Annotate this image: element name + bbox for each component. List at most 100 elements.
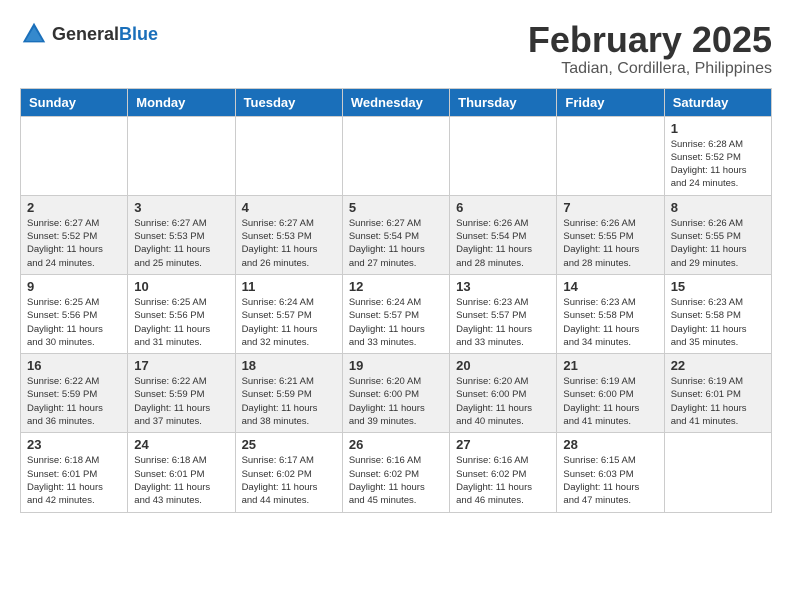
title-section: February 2025 Tadian, Cordillera, Philip… <box>528 20 772 78</box>
calendar-cell: 16 Sunrise: 6:22 AM Sunset: 5:59 PM Dayli… <box>21 354 128 433</box>
calendar-cell: 28 Sunrise: 6:15 AM Sunset: 6:03 PM Dayli… <box>557 433 664 512</box>
calendar-cell: 23 Sunrise: 6:18 AM Sunset: 6:01 PM Dayli… <box>21 433 128 512</box>
day-info: Sunrise: 6:26 AM Sunset: 5:54 PM Dayligh… <box>456 217 550 270</box>
calendar-cell: 5 Sunrise: 6:27 AM Sunset: 5:54 PM Daylig… <box>342 195 449 274</box>
day-number: 26 <box>349 437 443 452</box>
calendar-cell <box>235 116 342 195</box>
weekday-header: Sunday <box>21 88 128 116</box>
day-number: 16 <box>27 358 121 373</box>
calendar-week-row: 16 Sunrise: 6:22 AM Sunset: 5:59 PM Dayli… <box>21 354 772 433</box>
calendar-cell <box>21 116 128 195</box>
calendar-cell: 20 Sunrise: 6:20 AM Sunset: 6:00 PM Dayli… <box>450 354 557 433</box>
calendar-cell: 8 Sunrise: 6:26 AM Sunset: 5:55 PM Daylig… <box>664 195 771 274</box>
month-title: February 2025 <box>528 20 772 60</box>
day-info: Sunrise: 6:18 AM Sunset: 6:01 PM Dayligh… <box>134 454 228 507</box>
calendar-cell: 21 Sunrise: 6:19 AM Sunset: 6:00 PM Dayli… <box>557 354 664 433</box>
day-number: 7 <box>563 200 657 215</box>
day-info: Sunrise: 6:22 AM Sunset: 5:59 PM Dayligh… <box>27 375 121 428</box>
weekday-header: Tuesday <box>235 88 342 116</box>
calendar-week-row: 2 Sunrise: 6:27 AM Sunset: 5:52 PM Daylig… <box>21 195 772 274</box>
day-info: Sunrise: 6:20 AM Sunset: 6:00 PM Dayligh… <box>349 375 443 428</box>
day-number: 18 <box>242 358 336 373</box>
day-number: 14 <box>563 279 657 294</box>
day-number: 19 <box>349 358 443 373</box>
day-number: 28 <box>563 437 657 452</box>
day-info: Sunrise: 6:25 AM Sunset: 5:56 PM Dayligh… <box>134 296 228 349</box>
calendar-table: SundayMondayTuesdayWednesdayThursdayFrid… <box>20 88 772 513</box>
calendar-cell <box>450 116 557 195</box>
calendar-header-row: SundayMondayTuesdayWednesdayThursdayFrid… <box>21 88 772 116</box>
day-number: 10 <box>134 279 228 294</box>
logo: GeneralBlue <box>20 20 158 48</box>
calendar-cell: 19 Sunrise: 6:20 AM Sunset: 6:00 PM Dayli… <box>342 354 449 433</box>
day-info: Sunrise: 6:24 AM Sunset: 5:57 PM Dayligh… <box>242 296 336 349</box>
weekday-header: Wednesday <box>342 88 449 116</box>
day-number: 11 <box>242 279 336 294</box>
day-info: Sunrise: 6:20 AM Sunset: 6:00 PM Dayligh… <box>456 375 550 428</box>
day-info: Sunrise: 6:18 AM Sunset: 6:01 PM Dayligh… <box>27 454 121 507</box>
day-number: 21 <box>563 358 657 373</box>
day-info: Sunrise: 6:26 AM Sunset: 5:55 PM Dayligh… <box>563 217 657 270</box>
day-number: 22 <box>671 358 765 373</box>
day-number: 2 <box>27 200 121 215</box>
weekday-header: Monday <box>128 88 235 116</box>
day-number: 6 <box>456 200 550 215</box>
calendar-cell: 11 Sunrise: 6:24 AM Sunset: 5:57 PM Dayli… <box>235 274 342 353</box>
day-info: Sunrise: 6:23 AM Sunset: 5:58 PM Dayligh… <box>671 296 765 349</box>
day-info: Sunrise: 6:27 AM Sunset: 5:53 PM Dayligh… <box>242 217 336 270</box>
location-title: Tadian, Cordillera, Philippines <box>528 60 772 78</box>
day-number: 25 <box>242 437 336 452</box>
calendar-cell <box>557 116 664 195</box>
logo-general: General <box>52 24 119 44</box>
day-info: Sunrise: 6:25 AM Sunset: 5:56 PM Dayligh… <box>27 296 121 349</box>
day-number: 8 <box>671 200 765 215</box>
day-info: Sunrise: 6:26 AM Sunset: 5:55 PM Dayligh… <box>671 217 765 270</box>
calendar-week-row: 9 Sunrise: 6:25 AM Sunset: 5:56 PM Daylig… <box>21 274 772 353</box>
day-number: 27 <box>456 437 550 452</box>
day-info: Sunrise: 6:16 AM Sunset: 6:02 PM Dayligh… <box>349 454 443 507</box>
day-info: Sunrise: 6:16 AM Sunset: 6:02 PM Dayligh… <box>456 454 550 507</box>
day-number: 12 <box>349 279 443 294</box>
day-info: Sunrise: 6:23 AM Sunset: 5:57 PM Dayligh… <box>456 296 550 349</box>
day-info: Sunrise: 6:22 AM Sunset: 5:59 PM Dayligh… <box>134 375 228 428</box>
calendar-cell <box>342 116 449 195</box>
calendar-cell: 7 Sunrise: 6:26 AM Sunset: 5:55 PM Daylig… <box>557 195 664 274</box>
calendar-cell: 9 Sunrise: 6:25 AM Sunset: 5:56 PM Daylig… <box>21 274 128 353</box>
day-number: 5 <box>349 200 443 215</box>
day-number: 9 <box>27 279 121 294</box>
day-info: Sunrise: 6:17 AM Sunset: 6:02 PM Dayligh… <box>242 454 336 507</box>
calendar-cell: 1Sunrise: 6:28 AM Sunset: 5:52 PM Daylig… <box>664 116 771 195</box>
calendar-cell: 24Sunrise: 6:18 AM Sunset: 6:01 PM Dayli… <box>128 433 235 512</box>
weekday-header: Thursday <box>450 88 557 116</box>
calendar-cell: 14Sunrise: 6:23 AM Sunset: 5:58 PM Dayli… <box>557 274 664 353</box>
calendar-cell: 15 Sunrise: 6:23 AM Sunset: 5:58 PM Dayli… <box>664 274 771 353</box>
day-number: 13 <box>456 279 550 294</box>
calendar-cell: 2 Sunrise: 6:27 AM Sunset: 5:52 PM Daylig… <box>21 195 128 274</box>
calendar-cell: 27 Sunrise: 6:16 AM Sunset: 6:02 PM Dayli… <box>450 433 557 512</box>
day-info: Sunrise: 6:27 AM Sunset: 5:53 PM Dayligh… <box>134 217 228 270</box>
day-info: Sunrise: 6:24 AM Sunset: 5:57 PM Dayligh… <box>349 296 443 349</box>
day-info: Sunrise: 6:15 AM Sunset: 6:03 PM Dayligh… <box>563 454 657 507</box>
calendar-cell: 17 Sunrise: 6:22 AM Sunset: 5:59 PM Dayli… <box>128 354 235 433</box>
day-info: Sunrise: 6:19 AM Sunset: 6:00 PM Dayligh… <box>563 375 657 428</box>
calendar-cell: 22Sunrise: 6:19 AM Sunset: 6:01 PM Dayli… <box>664 354 771 433</box>
day-number: 4 <box>242 200 336 215</box>
calendar-cell: 25 Sunrise: 6:17 AM Sunset: 6:02 PM Dayli… <box>235 433 342 512</box>
day-number: 3 <box>134 200 228 215</box>
calendar-cell: 3 Sunrise: 6:27 AM Sunset: 5:53 PM Daylig… <box>128 195 235 274</box>
calendar-cell: 13 Sunrise: 6:23 AM Sunset: 5:57 PM Dayli… <box>450 274 557 353</box>
day-number: 23 <box>27 437 121 452</box>
weekday-header: Saturday <box>664 88 771 116</box>
calendar-cell <box>128 116 235 195</box>
logo-blue: Blue <box>119 24 158 44</box>
calendar-cell: 10 Sunrise: 6:25 AM Sunset: 5:56 PM Dayli… <box>128 274 235 353</box>
weekday-header: Friday <box>557 88 664 116</box>
day-info: Sunrise: 6:27 AM Sunset: 5:52 PM Dayligh… <box>27 217 121 270</box>
calendar-week-row: 1Sunrise: 6:28 AM Sunset: 5:52 PM Daylig… <box>21 116 772 195</box>
day-number: 17 <box>134 358 228 373</box>
page-header: GeneralBlue February 2025 Tadian, Cordil… <box>20 20 772 78</box>
day-info: Sunrise: 6:27 AM Sunset: 5:54 PM Dayligh… <box>349 217 443 270</box>
calendar-cell: 12 Sunrise: 6:24 AM Sunset: 5:57 PM Dayli… <box>342 274 449 353</box>
day-number: 15 <box>671 279 765 294</box>
day-number: 20 <box>456 358 550 373</box>
